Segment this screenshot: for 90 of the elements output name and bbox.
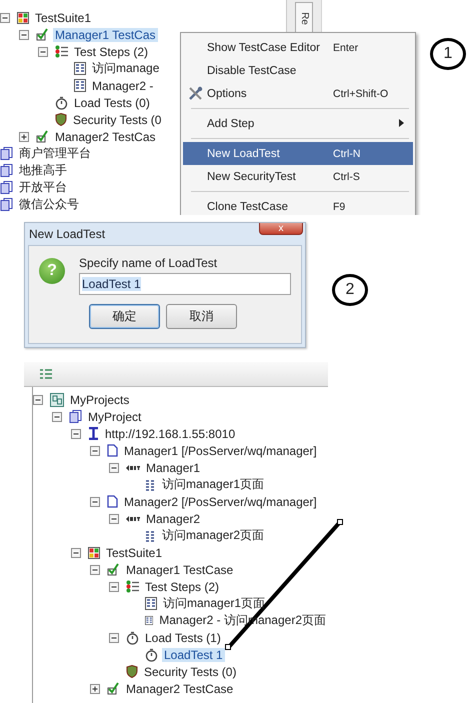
- tree-item[interactable]: http://192.168.1.55:8010: [103, 426, 238, 440]
- menu-item[interactable]: Disable TestCase: [183, 59, 413, 82]
- document-icon: [107, 444, 118, 457]
- dialog-button[interactable]: 确定: [89, 304, 160, 329]
- collapse-icon[interactable]: [109, 582, 119, 592]
- tree-item[interactable]: 访问manage: [90, 60, 162, 77]
- tree-item[interactable]: Manager2 -: [90, 78, 156, 92]
- list-icon[interactable]: [40, 369, 52, 379]
- step-marker: 2: [332, 274, 368, 306]
- stopwatch-icon: [145, 648, 158, 662]
- tree-item[interactable]: MyProject: [86, 410, 144, 424]
- side-tab[interactable]: Re: [295, 2, 313, 34]
- request-icon: [145, 530, 156, 542]
- collapse-icon[interactable]: [90, 564, 100, 574]
- collapse-icon[interactable]: [0, 12, 10, 22]
- dialog-title: New LoadTest: [29, 227, 106, 241]
- checkmark-icon: [36, 28, 49, 41]
- tree-item[interactable]: Manager2: [144, 512, 202, 526]
- expand-icon[interactable]: [90, 684, 100, 694]
- tree-item[interactable]: Security Tests (0): [142, 664, 238, 678]
- submenu-arrow-icon: [399, 118, 404, 126]
- stopwatch-icon: [126, 630, 139, 644]
- tree-item[interactable]: Manager2 [/PosServer/wq/manager]: [122, 494, 319, 508]
- tree-item[interactable]: LoadTest 1: [162, 648, 225, 662]
- grid-icon: [88, 546, 100, 558]
- request-icon: [145, 614, 154, 627]
- tools-icon: [188, 86, 202, 101]
- method-icon: [126, 464, 140, 472]
- menu-item[interactable]: Add Step: [183, 112, 413, 135]
- checkmark-icon: [107, 563, 120, 576]
- tree-item[interactable]: Manager1 [/PosServer/wq/manager]: [122, 444, 319, 458]
- menu-item[interactable]: New LoadTest Ctrl-N: [183, 142, 413, 165]
- tree-item[interactable]: Load Tests (1): [143, 630, 223, 644]
- request-icon: [145, 597, 157, 610]
- tree-item[interactable]: 访问manager2页面: [160, 527, 266, 544]
- list-icon: [55, 45, 68, 58]
- tree-item[interactable]: TestSuite1: [33, 10, 94, 24]
- collapse-icon[interactable]: [90, 446, 100, 456]
- tree-item[interactable]: Manager2 TestCase: [124, 682, 236, 696]
- menu-item[interactable]: Options Ctrl+Shift-O: [183, 82, 413, 105]
- tree-item[interactable]: 商户管理平台: [17, 145, 93, 162]
- shield-icon: [126, 665, 138, 678]
- dialog-button[interactable]: 取消: [166, 304, 237, 329]
- collapse-icon[interactable]: [33, 394, 43, 404]
- collapse-icon[interactable]: [109, 462, 119, 472]
- collapse-icon[interactable]: [90, 496, 100, 506]
- tree-item[interactable]: 访问manager1页面: [161, 595, 268, 612]
- collapse-icon[interactable]: [109, 632, 119, 642]
- request-icon: [145, 478, 156, 490]
- collapse-icon[interactable]: [109, 514, 119, 524]
- tree-item[interactable]: Test Steps (2): [143, 580, 222, 594]
- tree-item[interactable]: Manager1 TestCas: [53, 28, 158, 42]
- collapse-icon[interactable]: [52, 412, 62, 422]
- tree-item[interactable]: 微信公众号: [17, 196, 81, 213]
- method-icon: [126, 514, 140, 522]
- tree-item[interactable]: Security Tests (0: [71, 112, 164, 126]
- expand-icon[interactable]: [19, 132, 29, 142]
- tree-item[interactable]: MyProjects: [68, 392, 132, 406]
- help-icon: ?: [39, 258, 65, 284]
- collapse-icon[interactable]: [71, 548, 81, 558]
- tree-item[interactable]: Load Tests (0): [72, 96, 152, 110]
- checkmark-icon: [36, 130, 49, 143]
- tree-item[interactable]: Manager2 TestCas: [53, 130, 158, 144]
- tree-item[interactable]: 访问manager1页面: [160, 476, 266, 493]
- checkmark-icon: [107, 682, 120, 695]
- tree-item[interactable]: Test Steps (2): [72, 44, 150, 58]
- step-marker: 1: [430, 38, 466, 70]
- input-field[interactable]: LoadTest 1: [79, 273, 291, 295]
- shield-icon: [55, 113, 67, 126]
- folder-icon: [50, 392, 64, 406]
- tree-item[interactable]: Manager1 TestCase: [124, 562, 236, 576]
- collapse-icon[interactable]: [19, 30, 29, 40]
- tree-item[interactable]: 开放平台: [17, 179, 69, 196]
- tree-item[interactable]: 地推高手: [17, 162, 69, 179]
- tree-item[interactable]: Manager1: [144, 460, 202, 474]
- request-icon: [74, 79, 86, 92]
- prompt-text: Specify name of LoadTest: [79, 256, 218, 270]
- document-icon: [69, 410, 82, 423]
- document-icon: [107, 495, 118, 508]
- stopwatch-icon: [55, 96, 68, 110]
- beam-icon: [88, 427, 99, 440]
- menu-item[interactable]: New SecurityTest Ctrl-S: [183, 165, 413, 188]
- request-icon: [74, 62, 86, 75]
- menu-item[interactable]: Clone TestCase F9: [183, 195, 413, 215]
- menu-item[interactable]: Show TestCase Editor Enter: [183, 36, 413, 59]
- tree-item[interactable]: TestSuite1: [104, 546, 164, 560]
- collapse-icon[interactable]: [71, 428, 81, 438]
- grid-icon: [17, 12, 29, 24]
- collapse-icon[interactable]: [38, 46, 48, 56]
- list-icon: [126, 580, 139, 593]
